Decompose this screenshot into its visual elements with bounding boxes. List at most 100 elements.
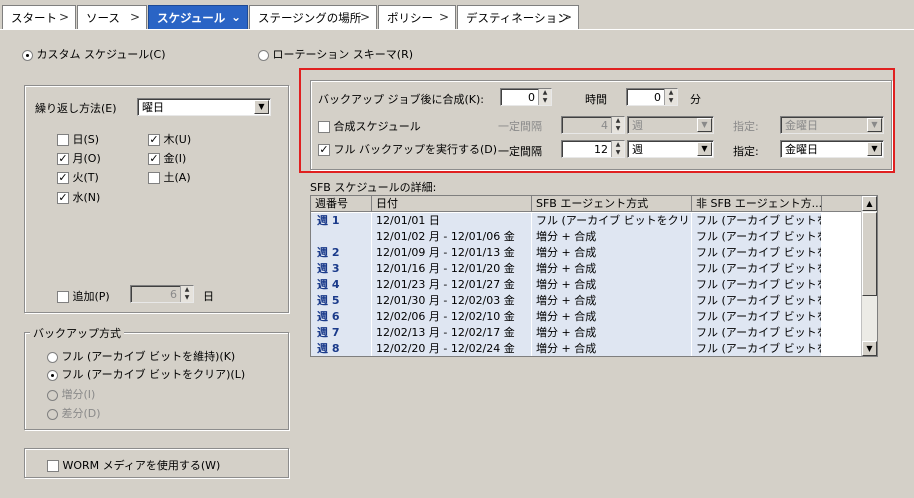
table-cell-empty bbox=[822, 261, 863, 277]
repeat-method-select[interactable]: 曜日 ▼ bbox=[137, 98, 271, 116]
interval-label-1: 一定間隔 bbox=[498, 120, 542, 133]
table-cell-nonsfb: フル (アーカイブ ビットを... bbox=[692, 293, 822, 309]
table-cell-sfb: 増分 + 合成 bbox=[532, 277, 692, 293]
day-select-2[interactable]: 金曜日 ▼ bbox=[780, 140, 884, 158]
merge-hours-spinner[interactable]: 0 ▲ ▼ bbox=[500, 88, 552, 106]
spinner-arrows-icon: ▲ ▼ bbox=[180, 286, 193, 302]
table-cell-nonsfb: フル (アーカイブ ビットを... bbox=[692, 277, 822, 293]
table-cell-date: 12/02/06 月 - 12/02/10 金 bbox=[372, 309, 532, 325]
custom-schedule-radio[interactable]: カスタム スケジュール(C) bbox=[22, 46, 166, 62]
table-row[interactable]: 週 4 12/01/23 月 - 12/01/27 金増分 + 合成 フル (アーカ… bbox=[311, 277, 863, 293]
day-thu-checkbox[interactable]: ✓ 木(U) bbox=[148, 131, 191, 147]
tab-schedule[interactable]: スケジュール ⌄ bbox=[148, 5, 248, 30]
table-cell-week: 週 8 bbox=[311, 341, 372, 356]
scroll-up-icon[interactable]: ▲ bbox=[862, 196, 877, 211]
table-cell-sfb: フル (アーカイブ ビットをクリア) bbox=[532, 213, 692, 229]
incremental-radio[interactable]: 増分(I) bbox=[47, 386, 95, 402]
table-row[interactable]: 週 5 12/01/30 月 - 12/02/03 金増分 + 合成 フル (アーカ… bbox=[311, 293, 863, 309]
sfb-detail-title: SFB スケジュールの詳細: bbox=[310, 181, 437, 194]
table-row[interactable]: 週 7 12/02/13 月 - 12/02/17 金増分 + 合成 フル (アーカ… bbox=[311, 325, 863, 341]
interval-spinner-2[interactable]: 12 ▲ ▼ bbox=[561, 140, 625, 158]
table-cell-week: 週 4 bbox=[311, 277, 372, 293]
spinner-arrows-icon: ▲ ▼ bbox=[611, 141, 624, 157]
table-row[interactable]: 12/01/02 月 - 12/01/06 金増分 + 合成 フル (アーカイブ … bbox=[311, 229, 863, 245]
hours-unit: 時間 bbox=[585, 93, 607, 106]
add-days-unit: 日 bbox=[203, 290, 214, 303]
table-cell-week: 週 1 bbox=[311, 213, 372, 229]
table-cell-week: 週 2 bbox=[311, 245, 372, 261]
table-cell-empty bbox=[822, 341, 863, 356]
table-row[interactable]: 週 2 12/01/09 月 - 12/01/13 金増分 + 合成 フル (アーカ… bbox=[311, 245, 863, 261]
day-wed-checkbox[interactable]: ✓ 水(N) bbox=[57, 189, 100, 205]
specify-label-1: 指定: bbox=[733, 120, 759, 133]
add-checkbox[interactable]: 追加(P) bbox=[57, 288, 110, 304]
day-sun-checkbox[interactable]: 日(S) bbox=[57, 131, 99, 147]
table-cell-week: 週 6 bbox=[311, 309, 372, 325]
full-backup-checkbox[interactable]: ✓ フル バックアップを実行する(D) bbox=[318, 141, 497, 157]
day-select-1[interactable]: 金曜日 ▼ bbox=[780, 116, 884, 134]
day-fri-checkbox[interactable]: ✓ 金(I) bbox=[148, 150, 186, 166]
minutes-unit: 分 bbox=[690, 93, 701, 106]
table-cell-sfb: 増分 + 合成 bbox=[532, 341, 692, 356]
worm-checkbox[interactable]: WORM メディアを使用する(W) bbox=[47, 457, 220, 473]
synth-schedule-checkbox[interactable]: 合成スケジュール bbox=[318, 118, 421, 134]
col-nonsfb-method[interactable]: 非 SFB エージェント方... bbox=[692, 196, 822, 212]
interval-label-2: 一定間隔 bbox=[498, 145, 542, 158]
table-row[interactable]: 週 1 12/01/01 日フル (アーカイブ ビットをクリア) フル (アーカイブ… bbox=[311, 213, 863, 229]
tab-source[interactable]: ソース > bbox=[77, 5, 147, 30]
checkmark-icon: ✓ bbox=[318, 143, 330, 156]
vertical-scrollbar[interactable]: ▲ ▼ bbox=[861, 196, 877, 356]
table-cell-date: 12/02/20 月 - 12/02/24 金 bbox=[372, 341, 532, 356]
table-cell-date: 12/01/23 月 - 12/01/27 金 bbox=[372, 277, 532, 293]
merge-after-label: バックアップ ジョブ後に合成(K): bbox=[318, 93, 484, 106]
full-clear-radio[interactable]: フル (アーカイブ ビットをクリア)(L) bbox=[47, 366, 245, 382]
merge-minutes-spinner[interactable]: 0 ▲ ▼ bbox=[626, 88, 678, 106]
radio-selected-icon bbox=[47, 369, 58, 381]
tab-staging[interactable]: ステージングの場所 > bbox=[249, 5, 377, 30]
sfb-schedule-table[interactable]: 週番号 日付 SFB エージェント方式 非 SFB エージェント方... 週 1… bbox=[310, 195, 878, 357]
scroll-thumb[interactable] bbox=[862, 212, 877, 296]
day-tue-checkbox[interactable]: ✓ 火(T) bbox=[57, 169, 99, 185]
table-row[interactable]: 週 6 12/02/06 月 - 12/02/10 金増分 + 合成 フル (アーカ… bbox=[311, 309, 863, 325]
col-date[interactable]: 日付 bbox=[372, 196, 532, 212]
col-week[interactable]: 週番号 bbox=[311, 196, 372, 212]
table-cell-date: 12/01/02 月 - 12/01/06 金 bbox=[372, 229, 532, 245]
interval-spinner-1[interactable]: 4 ▲ ▼ bbox=[561, 116, 625, 134]
dropdown-arrow-icon: ▼ bbox=[867, 118, 882, 132]
table-cell-week: 週 7 bbox=[311, 325, 372, 341]
day-mon-checkbox[interactable]: ✓ 月(O) bbox=[57, 150, 101, 166]
table-cell-empty bbox=[822, 293, 863, 309]
radio-icon bbox=[47, 351, 58, 363]
spinner-arrows-icon: ▲ ▼ bbox=[611, 117, 624, 133]
tab-start[interactable]: スタート > bbox=[2, 5, 76, 30]
chevron-right-icon: > bbox=[438, 10, 449, 24]
radio-icon bbox=[47, 408, 58, 420]
table-cell-empty bbox=[822, 213, 863, 229]
table-cell-date: 12/01/30 月 - 12/02/03 金 bbox=[372, 293, 532, 309]
differential-radio[interactable]: 差分(D) bbox=[47, 405, 101, 421]
full-keep-radio[interactable]: フル (アーカイブ ビットを維持)(K) bbox=[47, 348, 235, 364]
checkbox-icon bbox=[57, 291, 69, 303]
rotation-schema-radio[interactable]: ローテーション スキーマ(R) bbox=[258, 46, 413, 62]
table-cell-sfb: 増分 + 合成 bbox=[532, 309, 692, 325]
add-days-spinner[interactable]: 6 ▲ ▼ bbox=[130, 285, 194, 303]
radio-icon bbox=[258, 49, 269, 61]
chevron-right-icon: > bbox=[561, 10, 572, 24]
interval-unit-select-2[interactable]: 週 ▼ bbox=[627, 140, 714, 158]
radio-icon bbox=[47, 389, 58, 401]
interval-unit-select-1[interactable]: 週 ▼ bbox=[627, 116, 714, 134]
tab-policy[interactable]: ポリシー > bbox=[378, 5, 456, 30]
checkbox-icon bbox=[148, 172, 160, 184]
tab-destination[interactable]: デスティネーション > bbox=[457, 5, 579, 30]
table-cell-empty bbox=[822, 245, 863, 261]
scroll-down-icon[interactable]: ▼ bbox=[862, 341, 877, 356]
radio-selected-icon bbox=[22, 49, 33, 61]
table-cell-date: 12/01/09 月 - 12/01/13 金 bbox=[372, 245, 532, 261]
table-row[interactable]: 週 8 12/02/20 月 - 12/02/24 金増分 + 合成 フル (アーカ… bbox=[311, 341, 863, 356]
day-sat-checkbox[interactable]: 土(A) bbox=[148, 169, 191, 185]
col-sfb-method[interactable]: SFB エージェント方式 bbox=[532, 196, 692, 212]
specify-label-2: 指定: bbox=[733, 145, 759, 158]
table-row[interactable]: 週 3 12/01/16 月 - 12/01/20 金増分 + 合成 フル (アーカ… bbox=[311, 261, 863, 277]
table-cell-nonsfb: フル (アーカイブ ビットを... bbox=[692, 325, 822, 341]
table-cell-week bbox=[311, 229, 372, 245]
